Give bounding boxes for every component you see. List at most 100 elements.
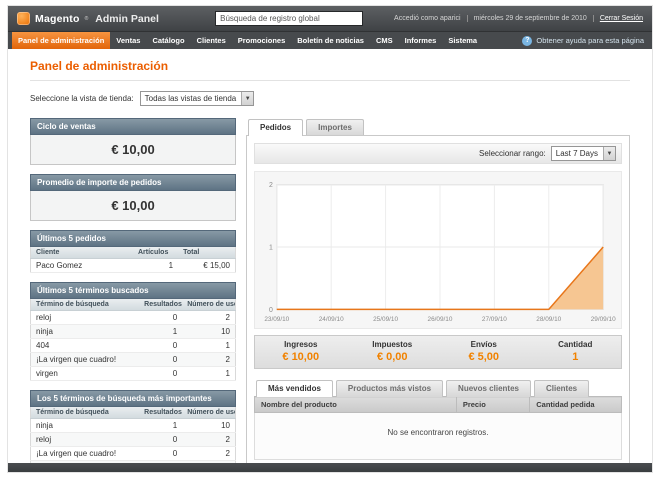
- cell: ninja: [30, 324, 140, 339]
- cell: reloj: [30, 310, 140, 325]
- grid-tabs: Más vendidos Productos más vistos Nuevos…: [254, 379, 622, 397]
- range-label: Seleccionar rango:: [479, 149, 546, 158]
- nav-item-sistema[interactable]: Sistema: [442, 32, 483, 49]
- store-view-select[interactable]: Todas las vistas de tienda ▼: [139, 91, 255, 106]
- col-header: Resultados: [139, 407, 183, 419]
- cell: Paco Gomez: [30, 258, 133, 273]
- table-row[interactable]: ¡La virgen que cuadro! 0 2: [30, 446, 236, 461]
- cell: 2: [182, 310, 236, 325]
- global-search-input[interactable]: [215, 11, 364, 26]
- total-value: € 0,00: [376, 351, 408, 363]
- lifetime-sales-value: € 10,00: [30, 135, 236, 165]
- page-help-link[interactable]: ? Obtener ayuda para esta página: [522, 32, 648, 49]
- divider: [30, 80, 630, 81]
- cell: ninja: [30, 418, 140, 433]
- range-select[interactable]: Last 7 Days ▼: [550, 146, 616, 161]
- cell: virgen: [30, 366, 140, 381]
- table-row[interactable]: reloj 0 2: [30, 432, 236, 447]
- registered-mark: ®: [84, 15, 89, 22]
- chart-tabs: Pedidos Importes: [246, 118, 630, 136]
- top-search-terms-table: Término de búsqueda Resultados Número de…: [30, 407, 236, 463]
- cell: 10: [182, 324, 236, 339]
- tab-nuevos-clientes[interactable]: Nuevos clientes: [446, 380, 531, 397]
- totals-bar: Ingresos € 10,00 Impuestos € 0,00 Envíos…: [254, 335, 622, 369]
- nav-item-cms[interactable]: CMS: [370, 32, 399, 49]
- svg-text:28/09/10: 28/09/10: [536, 316, 561, 323]
- total-label: Cantidad: [558, 340, 593, 349]
- session-date: miércoles 29 de septiembre de 2010: [466, 15, 587, 22]
- admin-window: Magento ® Admin Panel Accedió como apari…: [7, 5, 653, 473]
- dashboard-sidebar: Ciclo de ventas € 10,00 Promedio de impo…: [30, 118, 236, 463]
- nav-item-boletin[interactable]: Boletín de noticias: [291, 32, 370, 49]
- table-row[interactable]: ninja 1 10: [30, 418, 236, 433]
- cell: 2: [182, 432, 236, 447]
- logout-link[interactable]: Cerrar Sesión: [592, 15, 643, 22]
- tab-importes[interactable]: Importes: [306, 119, 364, 136]
- range-value: Last 7 Days: [555, 149, 598, 158]
- col-header: Nombre del producto: [254, 396, 457, 413]
- nav-item-catalogo[interactable]: Catálogo: [146, 32, 190, 49]
- last-orders-table: Cliente Artículos Total Paco Gomez 1 € 1…: [30, 247, 236, 273]
- page-title: Panel de administración: [30, 59, 169, 73]
- tab-mas-vendidos[interactable]: Más vendidos: [256, 380, 333, 397]
- average-orders-value: € 10,00: [30, 191, 236, 221]
- svg-text:25/09/10: 25/09/10: [373, 316, 398, 323]
- svg-text:27/09/10: 27/09/10: [482, 316, 507, 323]
- total-label: Envíos: [470, 340, 497, 349]
- nav-item-clientes[interactable]: Clientes: [191, 32, 232, 49]
- dashboard-columns: Ciclo de ventas € 10,00 Promedio de impo…: [30, 118, 630, 463]
- table-row[interactable]: ninja 1 10: [30, 324, 236, 339]
- svg-text:1: 1: [269, 245, 273, 252]
- table-row[interactable]: 404 0 1: [30, 338, 236, 353]
- col-header: Total: [178, 247, 236, 259]
- nav-item-promociones[interactable]: Promociones: [232, 32, 292, 49]
- cell: 1: [182, 338, 236, 353]
- box-title: Promedio de importe de pedidos: [30, 174, 236, 191]
- total-ingresos: Ingresos € 10,00: [255, 336, 347, 368]
- nav-item-informes[interactable]: Informes: [399, 32, 443, 49]
- page-content: Panel de administración Seleccione la vi…: [8, 49, 652, 463]
- store-switcher-label: Seleccione la vista de tienda:: [30, 94, 134, 103]
- nav-item-dashboard[interactable]: Panel de administración: [12, 32, 111, 49]
- svg-text:29/09/10: 29/09/10: [591, 316, 616, 323]
- svg-text:0: 0: [269, 307, 273, 314]
- total-impuestos: Impuestos € 0,00: [347, 336, 439, 368]
- col-header: Resultados: [139, 299, 183, 311]
- tab-productos-mas-vistos[interactable]: Productos más vistos: [335, 380, 444, 397]
- table-row[interactable]: Paco Gomez 1 € 15,00: [30, 258, 236, 273]
- brand-suffix: Admin Panel: [95, 12, 159, 25]
- table-row[interactable]: virgen 0 1: [30, 366, 236, 381]
- cell: 0: [139, 432, 183, 447]
- cell: reloj: [30, 432, 140, 447]
- cell: € 15,00: [178, 258, 236, 273]
- chevron-down-icon: ▼: [241, 92, 254, 105]
- store-view-value: Todas las vistas de tienda: [144, 94, 237, 103]
- cell: 0: [139, 446, 183, 461]
- footer-bar: [8, 463, 652, 472]
- table-row[interactable]: ¡La virgen que cuadro! 0 2: [30, 352, 236, 367]
- col-header: Artículos: [133, 247, 179, 259]
- magento-logo-icon: [17, 12, 30, 25]
- lifetime-sales-box: Ciclo de ventas € 10,00: [30, 118, 236, 165]
- total-value: 1: [572, 351, 579, 363]
- col-header: Cliente: [30, 247, 133, 259]
- store-switcher: Seleccione la vista de tienda: Todas las…: [30, 91, 630, 106]
- nav-item-ventas[interactable]: Ventas: [110, 32, 146, 49]
- total-cantidad: Cantidad 1: [530, 336, 622, 368]
- cell: 0: [139, 352, 183, 367]
- cell: ¡La virgen que cuadro!: [30, 352, 140, 367]
- cell: 1: [139, 418, 183, 433]
- cell: 1: [133, 258, 179, 273]
- col-header: Número de usos: [182, 299, 236, 311]
- svg-text:24/09/10: 24/09/10: [319, 316, 344, 323]
- col-header: Precio: [455, 396, 531, 413]
- box-title: Últimos 5 pedidos: [30, 230, 236, 247]
- average-orders-box: Promedio de importe de pedidos € 10,00: [30, 174, 236, 221]
- table-row[interactable]: reloj 0 2: [30, 310, 236, 325]
- box-title: Los 5 términos de búsqueda más important…: [30, 390, 236, 407]
- last-orders-box: Últimos 5 pedidos Cliente Artículos Tota…: [30, 230, 236, 273]
- svg-text:26/09/10: 26/09/10: [428, 316, 453, 323]
- tab-clientes[interactable]: Clientes: [533, 380, 590, 397]
- products-grid: Nombre del producto Precio Cantidad pedi…: [254, 396, 622, 413]
- tab-pedidos[interactable]: Pedidos: [248, 119, 304, 136]
